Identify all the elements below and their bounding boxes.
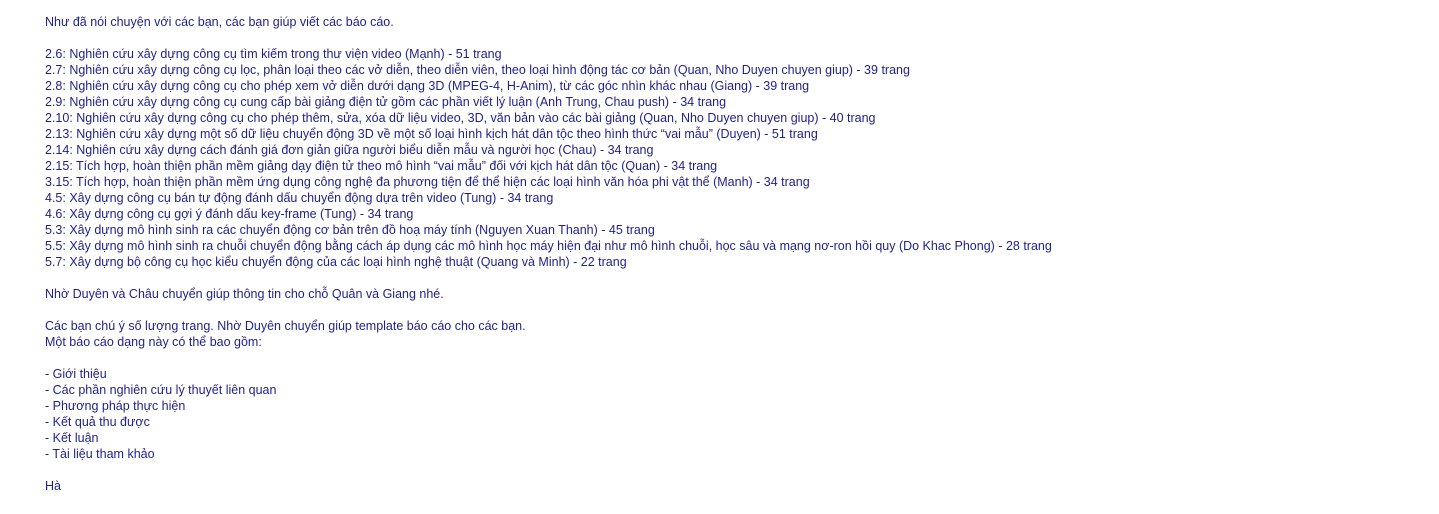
task-item: 2.8: Nghiên cứu xây dựng công cụ cho phé…: [45, 79, 810, 93]
task-list: 2.6: Nghiên cứu xây dựng công cụ tìm kiế…: [45, 46, 1425, 270]
email-body: Như đã nói chuyện với các bạn, các bạn g…: [45, 14, 1425, 494]
note-pages-text: Các bạn chú ý số lượng trang. Nhờ Duyên …: [45, 319, 526, 333]
task-item: 2.14: Nghiên cứu xây dựng cách đánh giá …: [45, 143, 654, 157]
request-info-text: Nhờ Duyên và Châu chuyển giúp thông tin …: [45, 287, 444, 301]
task-item: 2.10: Nghiên cứu xây dựng công cụ cho ph…: [45, 111, 876, 125]
task-item: 2.13: Nghiên cứu xây dựng một số dữ liệu…: [45, 127, 818, 141]
task-item: 2.15: Tích hợp, hoàn thiện phần mềm giản…: [45, 159, 718, 173]
task-item: 4.6: Xây dựng công cụ gợi ý đánh dấu key…: [45, 207, 414, 221]
task-item: 2.6: Nghiên cứu xây dựng công cụ tìm kiế…: [45, 47, 502, 61]
section-item: - Phương pháp thực hiện: [45, 399, 186, 413]
section-item: - Giới thiệu: [45, 367, 107, 381]
note-structure-text: Một báo cáo dạng này có thể bao gồm:: [45, 335, 262, 349]
task-item: 3.15: Tích hợp, hoàn thiện phần mềm ứng …: [45, 175, 810, 189]
section-list: - Giới thiệu - Các phần nghiên cứu lý th…: [45, 366, 1425, 462]
task-item: 5.5: Xây dựng mô hình sinh ra chuỗi chuy…: [45, 239, 1052, 253]
task-item: 4.5: Xây dựng công cụ bán tự động đánh d…: [45, 191, 554, 205]
section-item: - Kết luận: [45, 431, 99, 445]
intro-text: Như đã nói chuyện với các bạn, các bạn g…: [45, 15, 394, 29]
task-item: 2.7: Nghiên cứu xây dựng công cụ lọc, ph…: [45, 63, 910, 77]
section-item: - Các phần nghiên cứu lý thuyết liên qua…: [45, 383, 277, 397]
section-item: - Kết quả thu được: [45, 415, 150, 429]
signature: Hà: [45, 479, 61, 493]
task-item: 5.7: Xây dựng bộ công cụ học kiểu chuyển…: [45, 255, 627, 269]
section-item: - Tài liệu tham khảo: [45, 447, 155, 461]
task-item: 5.3: Xây dựng mô hình sinh ra các chuyển…: [45, 223, 655, 237]
task-item: 2.9: Nghiên cứu xây dựng công cụ cung cấ…: [45, 95, 727, 109]
